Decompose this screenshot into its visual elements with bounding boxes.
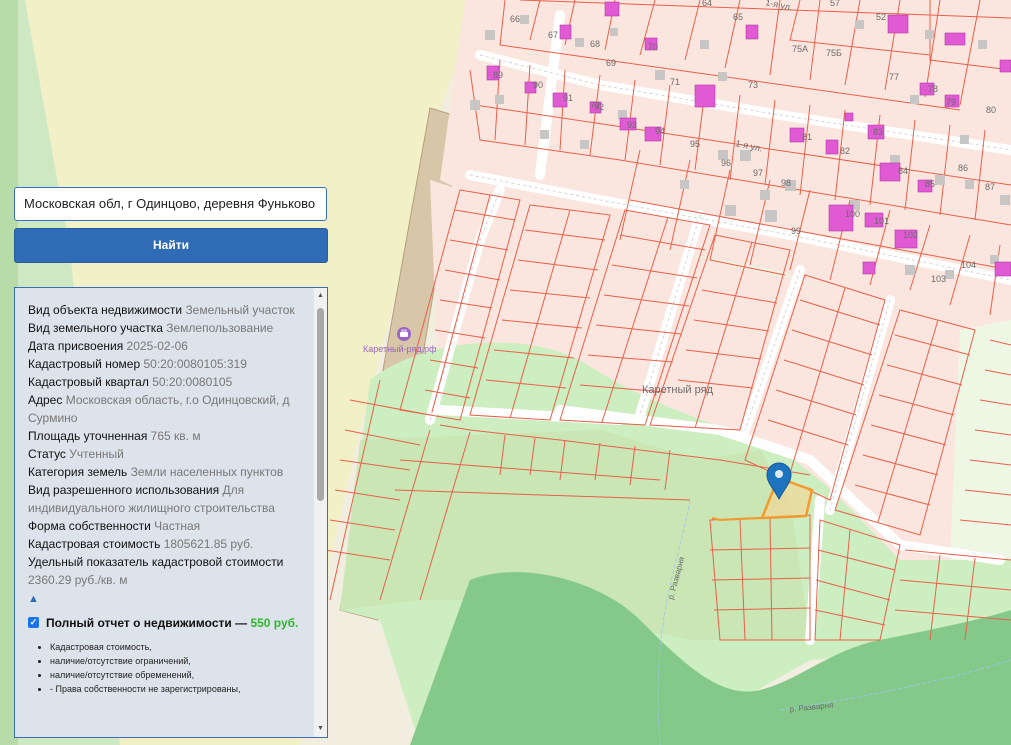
- lot-number: 79: [946, 97, 956, 107]
- property-value: Землепользование: [166, 321, 274, 335]
- lot-number: 57: [830, 0, 840, 8]
- lot-number: 87: [985, 182, 995, 192]
- area-label: Каретный ряд: [642, 384, 714, 396]
- lot-number: 77: [889, 72, 899, 82]
- lot-number: 73: [748, 80, 758, 90]
- property-label: Удельный показатель кадастровой стоимост…: [28, 555, 284, 569]
- property-label: Вид земельного участка: [28, 321, 163, 335]
- property-label: Кадастровый номер: [28, 357, 141, 371]
- property-label: Вид объекта недвижимости: [28, 303, 183, 317]
- property-value: 765 кв. м: [150, 429, 201, 443]
- property-label: Статус: [28, 447, 66, 461]
- lot-number: 102: [903, 230, 918, 240]
- lot-number: 91: [563, 93, 573, 103]
- lot-number: 65: [733, 12, 743, 22]
- lot-number: 75А: [792, 44, 808, 54]
- property-info-panel[interactable]: Вид объекта недвижимости Земельный участ…: [14, 287, 328, 738]
- lot-number: 98: [781, 178, 791, 188]
- lot-number: 94: [655, 126, 665, 136]
- property-row: Вид разрешенного использования Для индив…: [28, 481, 310, 517]
- lot-number: 80: [986, 105, 996, 115]
- lot-number: 92: [594, 102, 604, 112]
- property-value: Учтенный: [69, 447, 124, 461]
- property-row: Вид объекта недвижимости Земельный участ…: [28, 301, 310, 319]
- lot-number: 83: [873, 127, 883, 137]
- lot-number: 89: [493, 70, 503, 80]
- property-label: Площадь уточненная: [28, 429, 148, 443]
- property-row: Вид земельного участка Землепользование: [28, 319, 310, 337]
- scroll-down-icon[interactable]: ▼: [314, 724, 327, 734]
- property-row: Кадастровая стоимость 1805621.85 руб.: [28, 535, 310, 553]
- report-title: Полный отчет о недвижимости —: [46, 616, 248, 630]
- property-row: Кадастровый номер 50:20:0080105:319: [28, 355, 310, 373]
- lot-number: 104: [961, 260, 976, 270]
- lot-number: 82: [840, 146, 850, 156]
- scroll-thumb[interactable]: [317, 308, 324, 501]
- lot-number: 81: [802, 132, 812, 142]
- lot-number: 78: [928, 84, 938, 94]
- property-row: Площадь уточненная 765 кв. м: [28, 427, 310, 445]
- property-value: 1805621.85 руб.: [163, 537, 254, 551]
- lot-number: 85: [925, 179, 935, 189]
- lot-number: 86: [958, 163, 968, 173]
- lot-number: 84: [898, 166, 908, 176]
- report-items: Кадастровая стоимость,наличие/отсутствие…: [28, 640, 310, 696]
- report-option[interactable]: ✓ Полный отчет о недвижимости — 550 руб.: [28, 614, 310, 632]
- property-label: Форма собственности: [28, 519, 151, 533]
- property-label: Дата присвоения: [28, 339, 124, 353]
- property-info-content: Вид объекта недвижимости Земельный участ…: [28, 301, 310, 696]
- property-label: Категория земель: [28, 465, 128, 479]
- lot-number: 93: [627, 120, 637, 130]
- lot-number: 103: [931, 274, 946, 284]
- lot-number: 95: [690, 139, 700, 149]
- property-value: 50:20:0080105:319: [143, 357, 247, 371]
- property-value: 50:20:0080105: [152, 375, 233, 389]
- search-button[interactable]: Найти: [14, 228, 328, 263]
- collapse-arrow-icon[interactable]: ▲: [28, 592, 310, 606]
- lot-number: 64: [702, 0, 712, 8]
- property-value: Земельный участок: [185, 303, 295, 317]
- report-item: наличие/отсутствие обременений,: [50, 668, 310, 682]
- lot-number: 97: [753, 168, 763, 178]
- lot-number: 75Б: [826, 48, 842, 58]
- lot-number: 99: [791, 226, 801, 236]
- property-row: Дата присвоения 2025-02-06: [28, 337, 310, 355]
- property-row: Категория земель Земли населенных пункто…: [28, 463, 310, 481]
- report-price: 550 руб.: [250, 616, 299, 630]
- briefcase-icon[interactable]: [397, 327, 411, 341]
- report-item: наличие/отсутствие ограничений,: [50, 654, 310, 668]
- lot-number: 69: [606, 58, 616, 68]
- search-input[interactable]: Московская обл, г Одинцово, деревня Фунь…: [14, 187, 327, 221]
- lot-number: 101: [874, 216, 889, 226]
- property-value: Московская область, г.о Одинцовский, д С…: [28, 393, 290, 425]
- lot-number: 66: [510, 14, 520, 24]
- property-row: Форма собственности Частная: [28, 517, 310, 535]
- lot-number: 71: [670, 77, 680, 87]
- property-value: Земли населенных пунктов: [130, 465, 284, 479]
- property-row: Удельный показатель кадастровой стоимост…: [28, 553, 310, 589]
- property-label: Адрес: [28, 393, 63, 407]
- property-label: Кадастровая стоимость: [28, 537, 161, 551]
- lot-number: 52: [876, 12, 886, 22]
- lot-number: 100: [845, 209, 860, 219]
- lot-number: 68: [590, 39, 600, 49]
- property-value: 2025-02-06: [126, 339, 188, 353]
- checkbox-icon[interactable]: ✓: [28, 617, 39, 628]
- property-value: Частная: [154, 519, 201, 533]
- property-value: 2360.29 руб./кв. м: [28, 573, 128, 587]
- property-label: Вид разрешенного использования: [28, 483, 220, 497]
- property-label: Кадастровый квартал: [28, 375, 149, 389]
- poi-label: Каретный-ряд.рф: [363, 344, 437, 354]
- report-item: - Права собственности не зарегистрирован…: [50, 682, 310, 696]
- lot-number: 70: [648, 42, 658, 52]
- report-item: Кадастровая стоимость,: [50, 640, 310, 654]
- property-row: Кадастровый квартал 50:20:0080105: [28, 373, 310, 391]
- panel-scrollbar[interactable]: ▲ ▼: [313, 288, 327, 737]
- lot-number: 67: [548, 30, 558, 40]
- lot-number: 90: [533, 80, 543, 90]
- scroll-up-icon[interactable]: ▲: [314, 291, 327, 301]
- lot-number: 96: [721, 158, 731, 168]
- property-row: Статус Учтенный: [28, 445, 310, 463]
- property-row: Адрес Московская область, г.о Одинцовски…: [28, 391, 310, 427]
